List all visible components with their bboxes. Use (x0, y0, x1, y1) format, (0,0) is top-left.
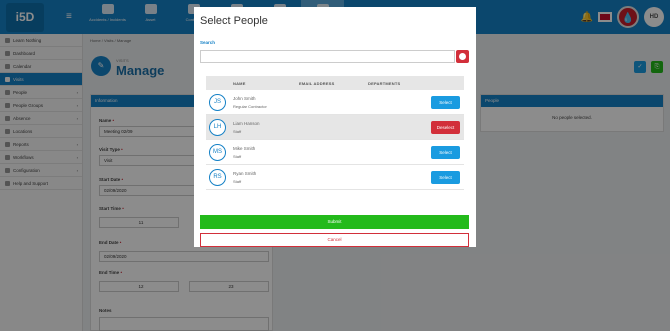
select-button[interactable]: Select (431, 96, 460, 109)
avatar: JS (209, 94, 226, 111)
table-row: RS Ryan Smith Staff Select (206, 165, 464, 190)
person-name: Liam Hanson (233, 121, 260, 126)
person-role: Staff (233, 154, 242, 159)
avatar: MS (209, 144, 226, 161)
column-email[interactable]: EMAIL ADDRESS (299, 81, 368, 86)
select-button[interactable]: Select (431, 171, 460, 184)
person-name: John Smith (233, 96, 256, 101)
select-button[interactable]: Select (431, 146, 460, 159)
cancel-button[interactable]: Cancel (200, 233, 469, 247)
people-table: NAME EMAIL ADDRESS DEPARTMENTS JS John S… (206, 76, 464, 190)
search-input[interactable] (200, 50, 455, 63)
clear-search-button[interactable] (456, 50, 469, 63)
table-row: MS Mike Smith Staff Select (206, 140, 464, 165)
modal-title: Select People (200, 15, 268, 27)
table-header: NAME EMAIL ADDRESS DEPARTMENTS (206, 76, 464, 90)
table-row: LH Liam Hanson Staff Deselect (206, 115, 464, 140)
person-name: Mike Smith (233, 146, 256, 151)
column-departments[interactable]: DEPARTMENTS (368, 81, 400, 86)
submit-button[interactable]: Submit (200, 215, 469, 229)
person-role: Regular Contractor (233, 104, 267, 109)
select-people-modal: Select People Search NAME EMAIL ADDRESS … (194, 7, 476, 247)
search-label: Search (200, 40, 216, 45)
person-role: Staff (233, 129, 242, 134)
table-row: JS John Smith Regular Contractor Select (206, 90, 464, 115)
column-name[interactable]: NAME (233, 81, 299, 86)
deselect-button[interactable]: Deselect (431, 121, 460, 134)
avatar: LH (209, 119, 226, 136)
person-role: Staff (233, 179, 242, 184)
avatar: RS (209, 169, 226, 186)
person-name: Ryan Smith (233, 171, 257, 176)
